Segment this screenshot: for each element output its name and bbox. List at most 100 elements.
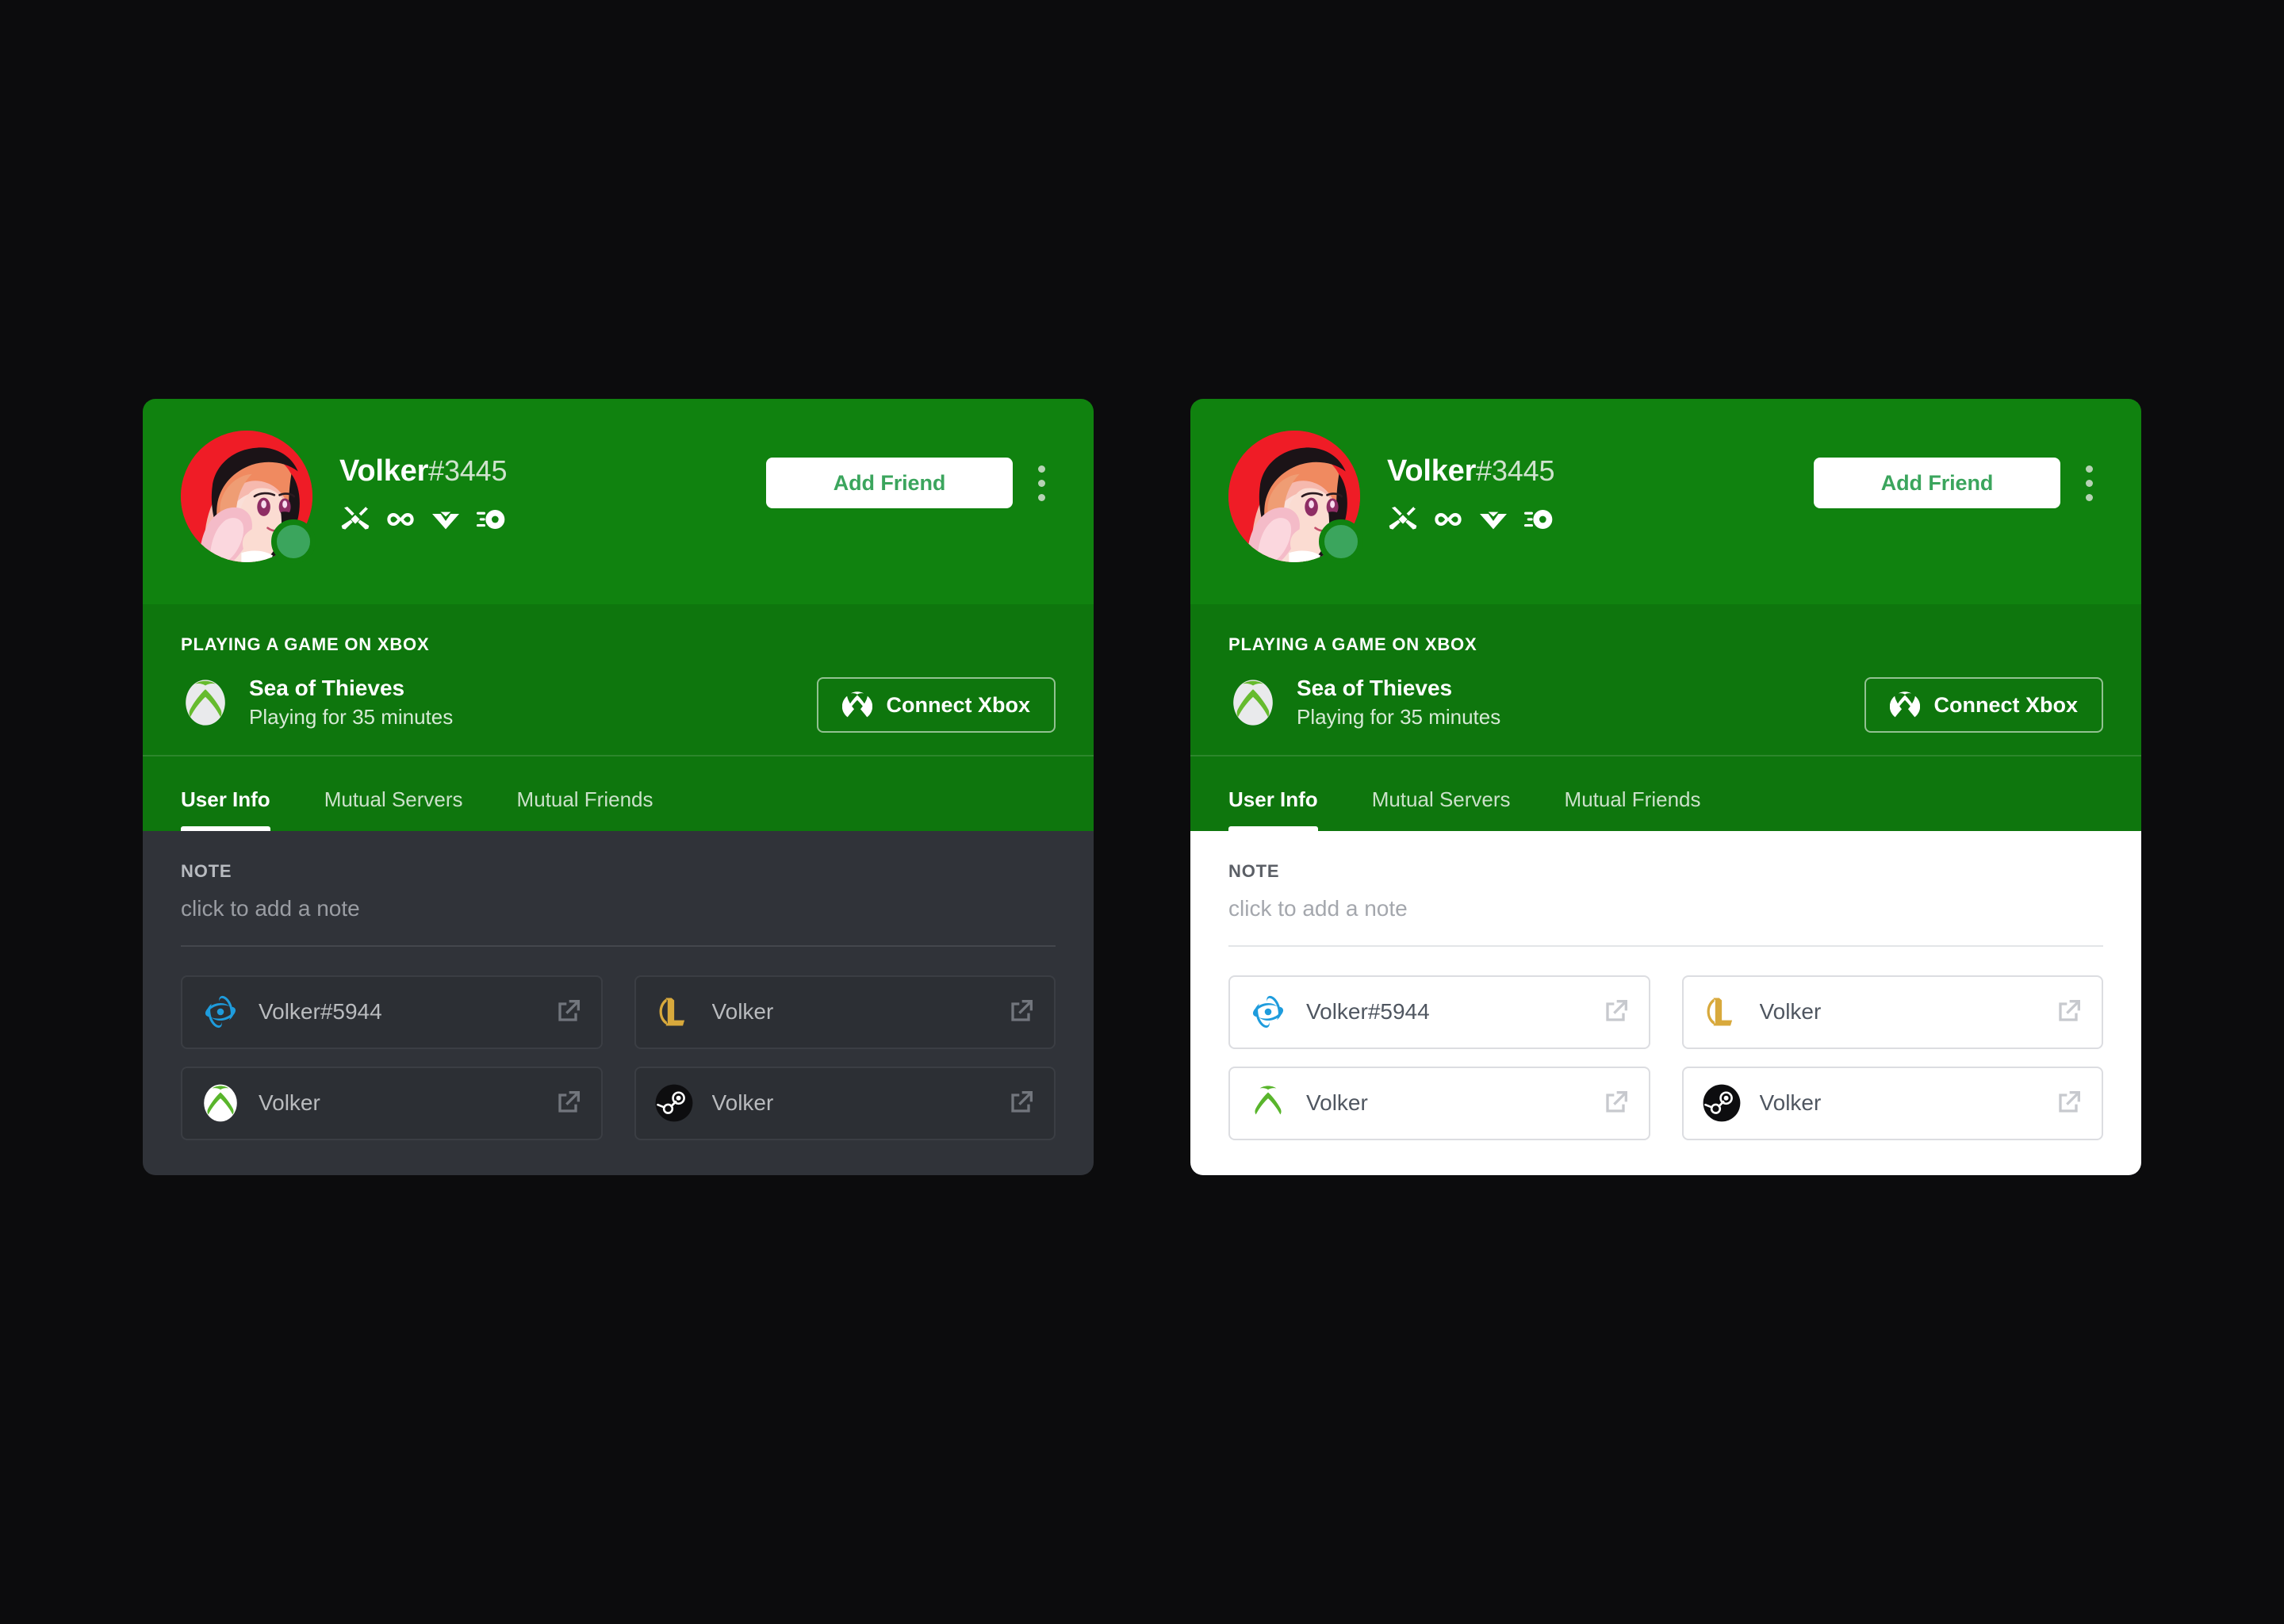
activity-game-detail: Playing for 35 minutes (249, 705, 454, 729)
external-link-icon[interactable] (1600, 996, 1631, 1028)
connection-battlenet[interactable]: Volker#5944 (181, 975, 603, 1049)
connection-name: Volker#5944 (1306, 999, 1430, 1025)
note-input[interactable] (181, 894, 1056, 945)
crossed-hammer-wrench-icon[interactable] (339, 504, 371, 535)
status-indicator-online (1319, 519, 1363, 564)
connection-name: Volker (711, 1090, 774, 1116)
connection-name: Volker (1306, 1090, 1368, 1116)
add-friend-button[interactable]: Add Friend (1814, 458, 2060, 508)
connection-xbox[interactable]: Volker (1228, 1066, 1650, 1140)
dot (2085, 479, 2093, 487)
xbox-icon (1247, 1082, 1289, 1124)
connections-grid: Volker#5944 Volker Volker Volker (1228, 975, 2103, 1140)
speeding-disc-icon[interactable] (1523, 504, 1554, 535)
connection-xbox[interactable]: Volker (181, 1066, 603, 1140)
profile-tabs: User Info Mutual Servers Mutual Friends (143, 754, 1094, 831)
profile-tabs: User Info Mutual Servers Mutual Friends (1190, 754, 2141, 831)
user-profile-popout-light: Volker#3445 Add Friend PLAYING A GAME ON… (1190, 399, 2141, 1175)
activity-section-label: PLAYING A GAME ON XBOX (181, 634, 430, 654)
connect-xbox-label: Connect Xbox (1933, 692, 2078, 717)
tab-mutual-friends[interactable]: Mutual Friends (517, 787, 653, 831)
external-link-icon[interactable] (552, 1087, 584, 1119)
league-of-legends-icon (1701, 991, 1742, 1032)
badge-list (1387, 504, 1554, 535)
profile-body: NOTE click to add a note Volker#5944 Vol… (1190, 830, 2141, 1175)
connection-steam[interactable]: Volker (634, 1066, 1056, 1140)
xbox-icon (200, 1082, 241, 1124)
discriminator: #3445 (428, 454, 508, 487)
external-link-icon[interactable] (1600, 1087, 1631, 1119)
battlenet-icon (1247, 991, 1289, 1032)
avatar-wrapper[interactable] (1228, 431, 1363, 564)
header-actions: Add Friend (766, 458, 1059, 508)
profile-identity: Volker#3445 (339, 456, 507, 535)
external-link-icon[interactable] (1005, 1087, 1037, 1119)
infinity-icon[interactable] (1432, 504, 1464, 535)
tab-user-info[interactable]: User Info (181, 787, 270, 831)
chevron-wings-icon[interactable] (430, 504, 462, 535)
activity-game-name: Sea of Thieves (1297, 676, 1453, 700)
screenshot-canvas: Volker#3445 Add Friend PLAYING A GAME ON… (0, 0, 2284, 1624)
note-label: NOTE (181, 860, 232, 881)
dot (2085, 493, 2093, 501)
connect-xbox-button[interactable]: Connect Xbox (1864, 677, 2103, 733)
xbox-icon (1890, 691, 1921, 718)
dot (2085, 465, 2093, 473)
activity-section: PLAYING A GAME ON XBOX Sea of Thieves Pl… (1190, 604, 2141, 755)
connections-grid: Volker#5944 Volker Volker Volker (181, 975, 1056, 1140)
note-label: NOTE (1228, 860, 1280, 881)
tab-mutual-friends[interactable]: Mutual Friends (1565, 787, 1701, 831)
xbox-icon (1228, 678, 1278, 727)
activity-game-detail: Playing for 35 minutes (1297, 705, 1501, 729)
external-link-icon[interactable] (2052, 1087, 2084, 1119)
external-link-icon[interactable] (552, 996, 584, 1028)
username: Volker (339, 454, 429, 488)
more-options-button[interactable] (2071, 458, 2106, 508)
profile-identity: Volker#3445 (1387, 456, 1554, 535)
external-link-icon[interactable] (2052, 996, 2084, 1028)
external-link-icon[interactable] (1005, 996, 1037, 1028)
connect-xbox-label: Connect Xbox (886, 692, 1030, 717)
connection-name: Volker#5944 (259, 999, 382, 1025)
connection-league-of-legends[interactable]: Volker (1681, 975, 2103, 1049)
profile-body: NOTE click to add a note Volker#5944 Vol… (143, 830, 1094, 1175)
league-of-legends-icon (653, 991, 695, 1032)
tab-mutual-servers[interactable]: Mutual Servers (1372, 787, 1511, 831)
connection-name: Volker (711, 999, 774, 1025)
status-indicator-online (271, 519, 316, 564)
connection-name: Volker (1759, 1090, 1822, 1116)
divider (181, 944, 1056, 947)
tab-mutual-servers[interactable]: Mutual Servers (324, 787, 463, 831)
user-profile-popout-dark: Volker#3445 Add Friend PLAYING A GAME ON… (143, 399, 1094, 1175)
activity-section-label: PLAYING A GAME ON XBOX (1228, 634, 1477, 654)
add-friend-button[interactable]: Add Friend (766, 458, 1013, 508)
avatar-wrapper[interactable] (181, 431, 316, 564)
connect-xbox-button[interactable]: Connect Xbox (817, 677, 1056, 733)
crossed-hammer-wrench-icon[interactable] (1387, 504, 1419, 535)
connection-steam[interactable]: Volker (1681, 1066, 2103, 1140)
discriminator: #3445 (1476, 454, 1555, 487)
profile-header-banner: Volker#3445 Add Friend (143, 399, 1094, 604)
activity-text: Sea of Thieves Playing for 35 minutes (1297, 674, 1500, 731)
badge-list (339, 504, 507, 535)
xbox-icon (842, 691, 873, 718)
profile-header-banner: Volker#3445 Add Friend (1190, 399, 2141, 604)
note-input[interactable] (1228, 894, 2103, 945)
steam-icon (653, 1082, 695, 1124)
header-actions: Add Friend (1814, 458, 2106, 508)
tab-user-info[interactable]: User Info (1228, 787, 1318, 831)
connection-league-of-legends[interactable]: Volker (634, 975, 1056, 1049)
activity-game-name: Sea of Thieves (249, 676, 405, 700)
username-row: Volker#3445 (1387, 456, 1554, 486)
chevron-wings-icon[interactable] (1477, 504, 1509, 535)
activity-text: Sea of Thieves Playing for 35 minutes (249, 674, 453, 731)
dot (1037, 479, 1045, 487)
speeding-disc-icon[interactable] (475, 504, 507, 535)
steam-icon (1701, 1082, 1742, 1124)
more-options-button[interactable] (1024, 458, 1059, 508)
username-row: Volker#3445 (339, 456, 507, 486)
infinity-icon[interactable] (385, 504, 416, 535)
dot (1037, 465, 1045, 473)
divider (1228, 944, 2103, 947)
connection-battlenet[interactable]: Volker#5944 (1228, 975, 1650, 1049)
